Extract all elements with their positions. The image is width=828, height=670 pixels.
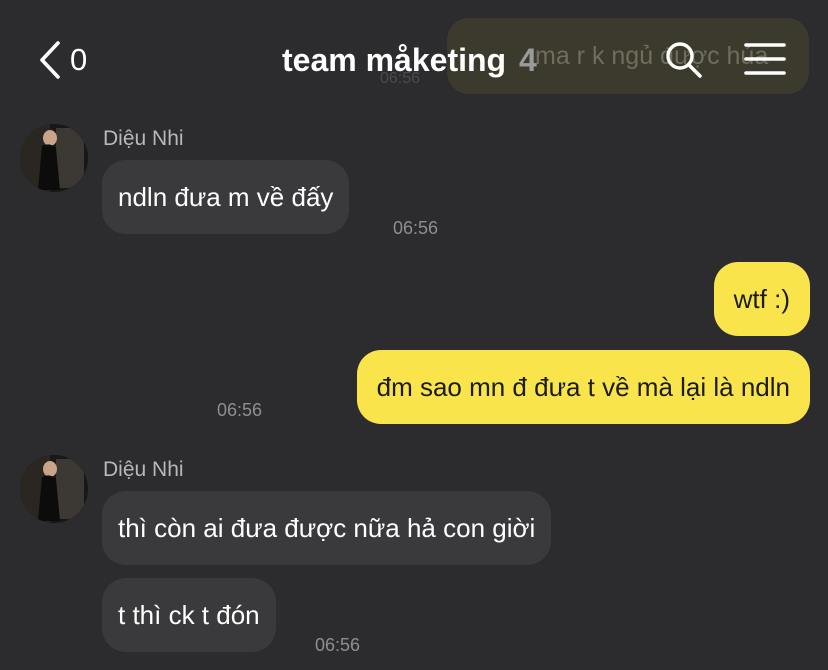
message-bubble[interactable]: t thì ck t đón bbox=[102, 578, 276, 652]
message-time: 06:56 bbox=[315, 635, 361, 655]
avatar-photo[interactable] bbox=[20, 124, 88, 192]
chat-title[interactable]: team måketing 4 bbox=[282, 40, 537, 80]
sender-name: Diệu Nhi bbox=[103, 127, 184, 150]
search-button[interactable] bbox=[664, 40, 704, 85]
message-text: đm sao mn đ đưa t về mà lại là ndln bbox=[376, 372, 790, 402]
sender-name: Diệu Nhi bbox=[103, 458, 184, 481]
avatar-photo[interactable] bbox=[20, 455, 88, 523]
message-time: 06:56 bbox=[217, 400, 263, 420]
chevron-left-icon bbox=[38, 40, 62, 80]
hamburger-menu-icon bbox=[744, 43, 786, 80]
back-button[interactable]: 0 bbox=[38, 40, 87, 80]
message-text: thì còn ai đưa được nữa hả con giời bbox=[118, 513, 536, 543]
message-text: ndln đưa m về đấy bbox=[118, 182, 334, 212]
search-icon bbox=[664, 42, 704, 84]
message-bubble[interactable]: đm sao mn đ đưa t về mà lại là ndln bbox=[356, 350, 810, 424]
message-text: t thì ck t đón bbox=[118, 600, 260, 630]
message-bubble[interactable]: ndln đưa m về đấy bbox=[102, 160, 350, 234]
message-bubble[interactable]: wtf :) bbox=[713, 262, 810, 336]
chat-header: 0 team måketing 4 bbox=[0, 0, 828, 120]
member-count: 4 bbox=[518, 42, 537, 78]
group-name: team måketing bbox=[282, 42, 507, 78]
menu-button[interactable] bbox=[744, 42, 786, 81]
chat-screen: ma r k ngủ được hủa 06:56 0 team måketin… bbox=[0, 0, 828, 670]
message-time: 06:56 bbox=[393, 218, 439, 238]
unread-count: 0 bbox=[70, 42, 88, 77]
message-bubble[interactable]: thì còn ai đưa được nữa hả con giời bbox=[102, 491, 552, 565]
message-text: wtf :) bbox=[733, 284, 790, 314]
